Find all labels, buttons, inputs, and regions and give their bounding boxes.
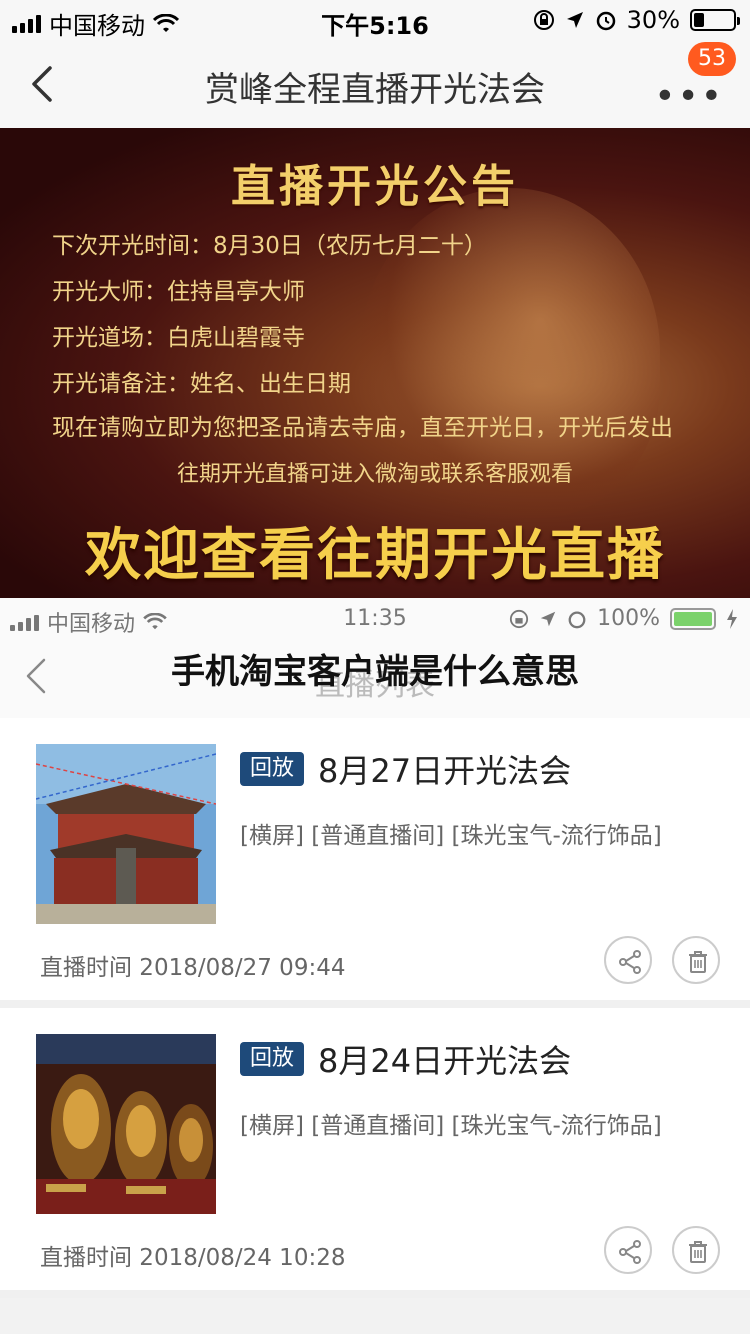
buddha-thumbnail bbox=[36, 1034, 216, 1214]
location-icon bbox=[566, 12, 583, 28]
notification-badge: 53 bbox=[688, 42, 736, 76]
banner-line: 开光道场：白虎山碧霞寺 bbox=[52, 325, 305, 351]
banner-line: 下次开光时间：8月30日（农历七月二十） bbox=[52, 233, 487, 259]
delete-button[interactable] bbox=[672, 936, 720, 984]
broadcast-time: 直播时间 2018/08/24 10:28 bbox=[40, 1245, 346, 1271]
list-item[interactable]: 回放 8月27日开光法会 [横屏] [普通直播间] [珠光宝气-流行饰品] 直播… bbox=[0, 718, 750, 1008]
banner-heading: 直播开光公告 bbox=[231, 161, 519, 212]
list-item[interactable]: 回放 8月24日开光法会 [横屏] [普通直播间] [珠光宝气-流行饰品] 直播… bbox=[0, 1008, 750, 1298]
charging-icon bbox=[727, 608, 737, 629]
alarm-icon bbox=[568, 611, 586, 628]
banner-subtext: 往期开光直播可进入微淘或联系客服观看 bbox=[176, 462, 573, 487]
battery-percent: 30% bbox=[626, 6, 680, 34]
item-title: 8月24日开光法会 bbox=[318, 1042, 572, 1080]
inner-nav: 直播列表 手机淘宝客户端是什么意思 bbox=[0, 638, 750, 718]
banner-line: 现在请购立即为您把圣品请去寺庙，直至开光日，开光后发出 bbox=[52, 415, 673, 441]
battery-percent: 100% bbox=[597, 606, 660, 631]
replay-tag: 回放 bbox=[240, 752, 304, 786]
share-icon bbox=[619, 1240, 641, 1264]
live-list: 回放 8月27日开光法会 [横屏] [普通直播间] [珠光宝气-流行饰品] 直播… bbox=[0, 718, 750, 1298]
more-icon[interactable]: ••• bbox=[654, 76, 724, 117]
share-button[interactable] bbox=[604, 936, 652, 984]
battery-icon bbox=[670, 607, 716, 630]
trash-icon bbox=[689, 1241, 707, 1263]
announcement-banner[interactable]: 直播开光公告 下次开光时间：8月30日（农历七月二十） 开光大师：住持昌亭大师 … bbox=[0, 128, 750, 598]
banner-big-text: 欢迎查看往期开光直播 bbox=[85, 523, 665, 588]
broadcast-time: 直播时间 2018/08/27 09:44 bbox=[40, 955, 346, 981]
delete-button[interactable] bbox=[672, 1226, 720, 1274]
banner-line: 开光大师：住持昌亭大师 bbox=[52, 279, 305, 305]
screen: 中国移动 下午5:16 30% 赏峰全程直播开光法会 ••• 53 直播开光公告… bbox=[0, 0, 750, 1334]
rotation-lock-icon bbox=[510, 609, 529, 628]
rotation-lock-icon bbox=[533, 10, 554, 30]
temple-thumbnail bbox=[36, 744, 216, 924]
trash-icon bbox=[689, 951, 707, 973]
battery-icon bbox=[690, 9, 740, 31]
item-tags: [横屏] [普通直播间] [珠光宝气-流行饰品] bbox=[240, 1113, 662, 1139]
alarm-icon bbox=[596, 11, 615, 31]
item-tags: [横屏] [普通直播间] [珠光宝气-流行饰品] bbox=[240, 823, 662, 849]
page-title: 赏峰全程直播开光法会 bbox=[205, 70, 545, 110]
share-button[interactable] bbox=[604, 1226, 652, 1274]
overlay-title: 手机淘宝客户端是什么意思 bbox=[171, 652, 579, 692]
inner-status-bar: 中国移动 11:35 100% bbox=[0, 598, 750, 638]
item-title: 8月27日开光法会 bbox=[318, 752, 572, 790]
status-bar: 中国移动 下午5:16 30% bbox=[0, 0, 750, 40]
banner-line: 开光请备注：姓名、出生日期 bbox=[52, 371, 351, 397]
share-icon bbox=[619, 950, 641, 974]
top-nav: 赏峰全程直播开光法会 ••• 53 bbox=[0, 40, 750, 128]
location-icon bbox=[540, 611, 556, 626]
replay-tag: 回放 bbox=[240, 1042, 304, 1076]
